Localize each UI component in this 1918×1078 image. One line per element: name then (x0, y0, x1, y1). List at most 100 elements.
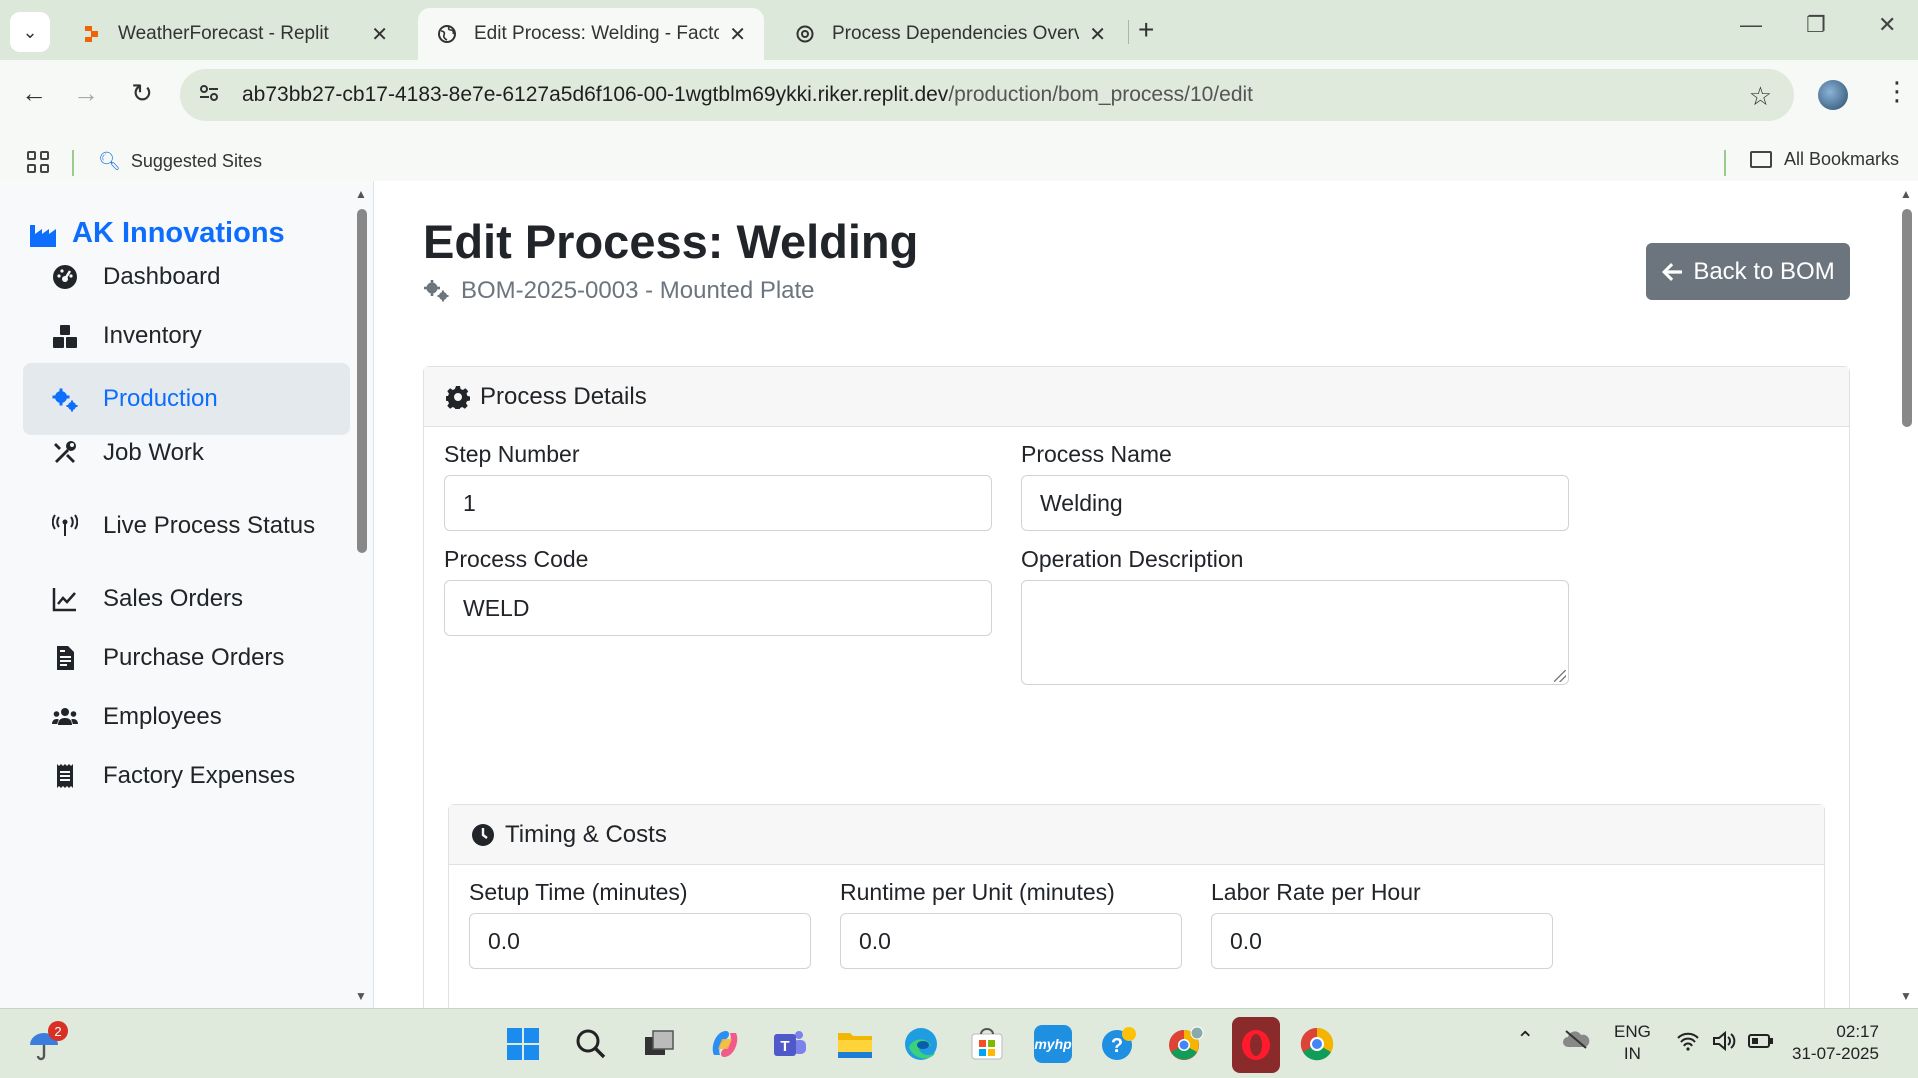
apps-grid-icon[interactable] (27, 151, 49, 173)
browser-tab-bar: ⌄ WeatherForecast - Replit ✕ Edit Proces… (0, 0, 1918, 60)
sidebar-item-label: Factory Expenses (103, 762, 296, 789)
file-explorer-icon[interactable] (836, 1025, 874, 1063)
sidebar-scrollbar[interactable]: ▲ ▼ (351, 181, 373, 1008)
search-icon: 🔍︎ (98, 151, 121, 171)
page-scrollbar[interactable]: ▲ ▼ (1896, 181, 1918, 1008)
sidebar-item-live-process-status[interactable]: Live Process Status (23, 490, 350, 562)
help-icon[interactable]: ? (1100, 1025, 1138, 1063)
sidebar-item-job-work[interactable]: Job Work (23, 417, 350, 489)
process-details-card: Process Details Step Number 1 Process Na… (423, 366, 1850, 1008)
sidebar-item-label: Inventory (103, 322, 202, 349)
clock-icon (472, 823, 494, 846)
language-indicator[interactable]: ENG IN (1614, 1021, 1651, 1065)
chrome-profile-icon[interactable] (1166, 1025, 1204, 1063)
tab-title: Edit Process: Welding - Factory (474, 23, 720, 44)
forward-arrow-icon[interactable]: → (68, 78, 104, 109)
copilot-icon[interactable] (706, 1025, 744, 1063)
myhp-icon[interactable]: myhp (1034, 1025, 1072, 1063)
notification-badge: 2 (48, 1021, 68, 1041)
sidebar-item-label: Sales Orders (103, 585, 244, 612)
tab-weatherforecast[interactable]: WeatherForecast - Replit ✕ (62, 8, 406, 60)
tab-edit-process[interactable]: Edit Process: Welding - Factory ✕ (418, 8, 764, 60)
profile-avatar[interactable] (1818, 80, 1848, 110)
windows-start-icon[interactable] (504, 1025, 542, 1063)
bookmark-label: All Bookmarks (1784, 149, 1900, 169)
card-title: Timing & Costs (505, 820, 667, 848)
system-clock[interactable]: 02:17 31-07-2025 (1792, 1021, 1879, 1065)
process-name-input[interactable]: Welding (1021, 475, 1569, 531)
browser-menu-icon[interactable]: ⋮ (1884, 76, 1910, 107)
resize-handle-icon[interactable] (1554, 670, 1566, 682)
opera-icon[interactable] (1232, 1017, 1280, 1073)
language-code: ENG (1614, 1022, 1651, 1041)
sidebar-item-label: Job Work (103, 439, 204, 466)
task-view-icon[interactable] (640, 1025, 678, 1063)
tab-process-dependencies[interactable]: Process Dependencies Overview ✕ (776, 8, 1124, 60)
close-icon[interactable]: ✕ (1089, 22, 1106, 47)
setup-time-input[interactable]: 0.0 (469, 913, 811, 969)
broadcast-icon (51, 512, 79, 540)
address-bar[interactable]: ab73bb27-cb17-4183-8e7e-6127a5d6f106-00-… (180, 69, 1794, 121)
teams-icon[interactable]: T (771, 1025, 809, 1063)
labor-rate-input[interactable]: 0.0 (1211, 913, 1553, 969)
runtime-per-unit-label: Runtime per Unit (minutes) (840, 879, 1115, 905)
globe-icon (436, 23, 458, 45)
back-arrow-icon[interactable]: ← (16, 78, 52, 109)
wifi-icon[interactable] (1676, 1031, 1700, 1057)
step-number-input[interactable]: 1 (444, 475, 992, 531)
back-to-bom-button[interactable]: Back to BOM (1646, 243, 1850, 300)
openai-icon (794, 23, 816, 45)
runtime-per-unit-input[interactable]: 0.0 (840, 913, 1182, 969)
close-icon[interactable]: ✕ (371, 22, 388, 47)
scrollbar-thumb[interactable] (1902, 209, 1912, 427)
operation-description-label: Operation Description (1021, 546, 1244, 572)
chrome-icon[interactable] (1298, 1025, 1336, 1063)
search-icon[interactable] (572, 1025, 610, 1063)
close-icon[interactable]: ✕ (729, 22, 746, 47)
volume-icon[interactable] (1712, 1030, 1738, 1057)
battery-icon[interactable] (1748, 1033, 1774, 1055)
sidebar-item-label: Purchase Orders (103, 644, 285, 671)
sidebar-item-factory-expenses[interactable]: Factory Expenses (23, 740, 350, 812)
scroll-down-icon[interactable]: ▼ (355, 989, 367, 1003)
minimize-button[interactable]: — (1740, 12, 1762, 38)
card-title: Process Details (480, 382, 647, 410)
site-settings-icon[interactable] (198, 83, 226, 108)
arrow-left-icon (1662, 262, 1683, 281)
region-code: IN (1623, 1044, 1641, 1063)
operation-description-textarea[interactable] (1021, 580, 1569, 685)
new-tab-button[interactable]: + (1138, 14, 1154, 46)
tab-title: Process Dependencies Overview (832, 23, 1080, 44)
timing-costs-card: Timing & Costs Setup Time (minutes) 0.0 … (448, 804, 1825, 1008)
scrollbar-thumb[interactable] (357, 209, 367, 553)
tab-title: WeatherForecast - Replit (118, 23, 329, 44)
show-hidden-icons-chevron-icon[interactable]: ⌃ (1516, 1029, 1534, 1051)
process-code-input[interactable]: WELD (444, 580, 992, 636)
scroll-down-icon[interactable]: ▼ (1900, 989, 1912, 1003)
onedrive-icon[interactable] (1562, 1029, 1590, 1055)
scroll-up-icon[interactable]: ▲ (1900, 187, 1912, 201)
url-path: /production/bom_process/10/edit (948, 83, 1253, 106)
sidebar-item-label: Live Process Status (103, 512, 316, 539)
setup-time-label: Setup Time (minutes) (469, 879, 688, 905)
tab-search-button[interactable]: ⌄ (10, 12, 50, 52)
tools-icon (51, 439, 79, 467)
reload-icon[interactable]: ↻ (124, 78, 160, 109)
users-icon (51, 703, 79, 731)
scroll-up-icon[interactable]: ▲ (355, 187, 367, 201)
file-invoice-icon (51, 644, 79, 672)
bookmark-star-icon[interactable]: ☆ (1749, 81, 1772, 112)
url-host: ab73bb27-cb17-4183-8e7e-6127a5d6f106-00-… (242, 83, 949, 106)
sidebar-item-inventory[interactable]: Inventory (23, 300, 350, 372)
gauge-icon (51, 263, 79, 291)
microsoft-store-icon[interactable] (968, 1025, 1006, 1063)
edge-icon[interactable] (902, 1025, 940, 1063)
restore-button[interactable]: ❐ (1806, 12, 1826, 38)
all-bookmarks-button[interactable]: All Bookmarks (1750, 149, 1899, 170)
svg-text:?: ? (1111, 1035, 1123, 1057)
main-content: Edit Process: Welding BOM-2025-0003 - Mo… (375, 181, 1895, 1008)
sidebar-item-label: Production (103, 385, 218, 412)
window-close-button[interactable]: ✕ (1878, 12, 1896, 38)
suggested-sites-bookmark[interactable]: 🔍︎ Suggested Sites (98, 151, 262, 172)
url-text[interactable]: ab73bb27-cb17-4183-8e7e-6127a5d6f106-00-… (242, 83, 1253, 107)
